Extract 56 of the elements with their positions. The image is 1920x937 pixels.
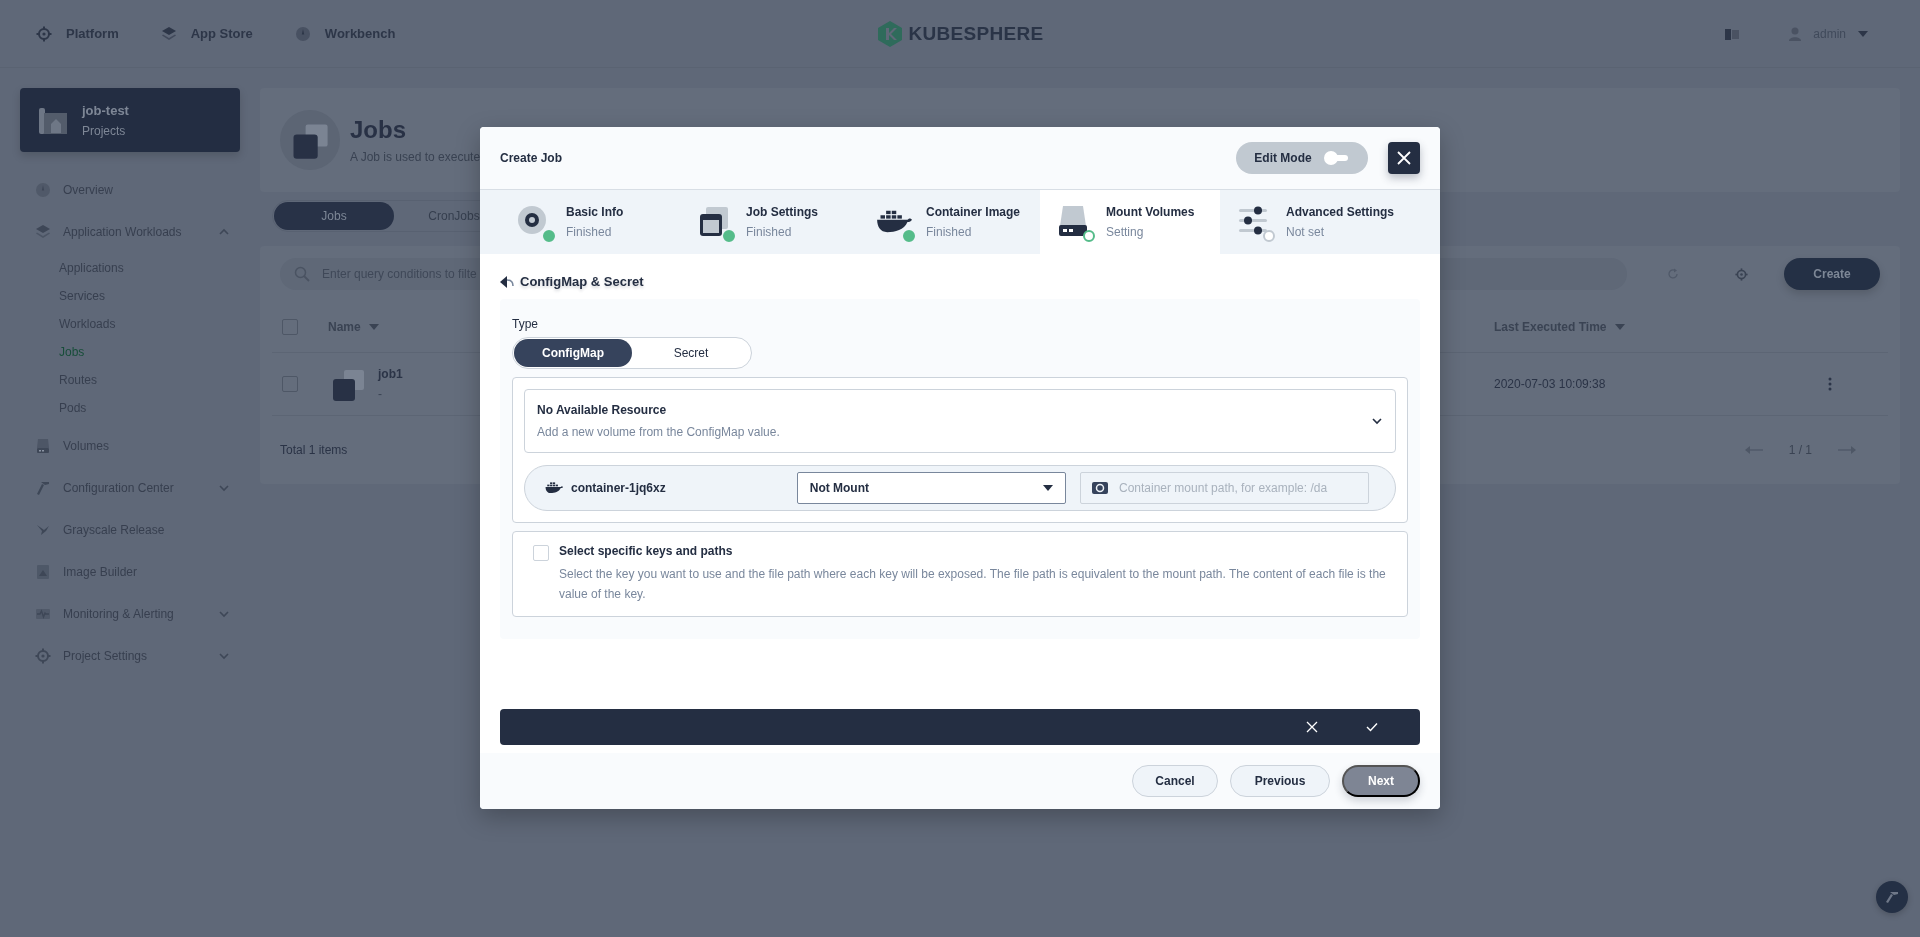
- step-tab[interactable]: Advanced Settings Not set: [1220, 190, 1400, 254]
- compass-icon: [35, 182, 51, 198]
- create-button[interactable]: Create: [1784, 258, 1880, 290]
- button[interactable]: Next: [1342, 765, 1420, 797]
- toggle-switch[interactable]: [1323, 151, 1350, 165]
- section-title: ConfigMap & Secret: [520, 274, 644, 289]
- logo-icon: [876, 19, 903, 48]
- hammer-icon: [1885, 890, 1899, 904]
- job-name[interactable]: job1: [378, 367, 403, 381]
- step-tab[interactable]: Mount Volumes Setting: [1040, 190, 1220, 254]
- back-icon[interactable]: [500, 275, 514, 288]
- job-subtitle: -: [378, 387, 383, 401]
- sidebar-subitem[interactable]: Jobs: [20, 338, 240, 366]
- type-option[interactable]: ConfigMap: [514, 339, 632, 367]
- caret-down-icon: [1614, 324, 1625, 330]
- caret-down-icon: [368, 324, 379, 330]
- close-icon[interactable]: [1306, 721, 1318, 733]
- more-icon[interactable]: [1828, 377, 1832, 391]
- book-icon[interactable]: [1725, 27, 1740, 40]
- step-tab[interactable]: Basic Info Finished: [500, 190, 680, 254]
- hammer-icon: [35, 480, 51, 496]
- type-option[interactable]: Secret: [632, 339, 750, 367]
- layers-icon: [160, 25, 177, 42]
- table-cell-text: 2020-07-03 10:09:38: [1494, 377, 1607, 391]
- field-label: Type: [512, 317, 539, 331]
- close-icon: [1397, 151, 1411, 165]
- option-title: Select specific keys and paths: [559, 544, 734, 558]
- step-tab[interactable]: Container Image Finished: [860, 190, 1040, 254]
- chevron-down-icon: [1371, 415, 1383, 427]
- option-description: Select the key you want to use and the file path where each key will be exposed. The file path is equivalent to the mount path. The content of each file is the value of the key.: [559, 566, 1387, 603]
- button[interactable]: Previous: [1230, 765, 1330, 797]
- dialog-title: Create Job: [500, 151, 564, 165]
- drive-icon: [35, 438, 51, 454]
- compass-icon: [294, 25, 311, 42]
- container-name: container-1jq6xz: [571, 481, 667, 495]
- layers-icon: [35, 224, 51, 240]
- project-icon: [38, 105, 68, 135]
- button[interactable]: Cancel: [1132, 765, 1218, 797]
- mount-select[interactable]: Not Mount: [796, 472, 1066, 504]
- project-name: job-test: [82, 102, 129, 118]
- edit-mode-toggle[interactable]: Edit Mode: [1236, 142, 1368, 174]
- total-count: Total 1 items: [280, 443, 348, 457]
- project-type: Projects: [82, 123, 127, 138]
- project-card[interactable]: job-test Projects: [20, 88, 240, 152]
- tab[interactable]: Jobs: [274, 202, 394, 230]
- page-title: Jobs: [350, 116, 407, 144]
- monitor-icon: [35, 606, 51, 622]
- step-tab[interactable]: Job Settings Finished: [680, 190, 860, 254]
- image-icon: [35, 564, 51, 580]
- mount-path-field[interactable]: Container mount path, for example: /da: [1080, 472, 1369, 504]
- close-button[interactable]: [1388, 142, 1420, 174]
- check-icon[interactable]: [1366, 722, 1378, 732]
- caret-down-icon: [1858, 30, 1868, 37]
- resource-select[interactable]: No Available Resource Add a new volume from the ConfigMap value.: [524, 389, 1396, 453]
- camera-icon: [1092, 481, 1108, 495]
- tool-button[interactable]: [1876, 881, 1908, 913]
